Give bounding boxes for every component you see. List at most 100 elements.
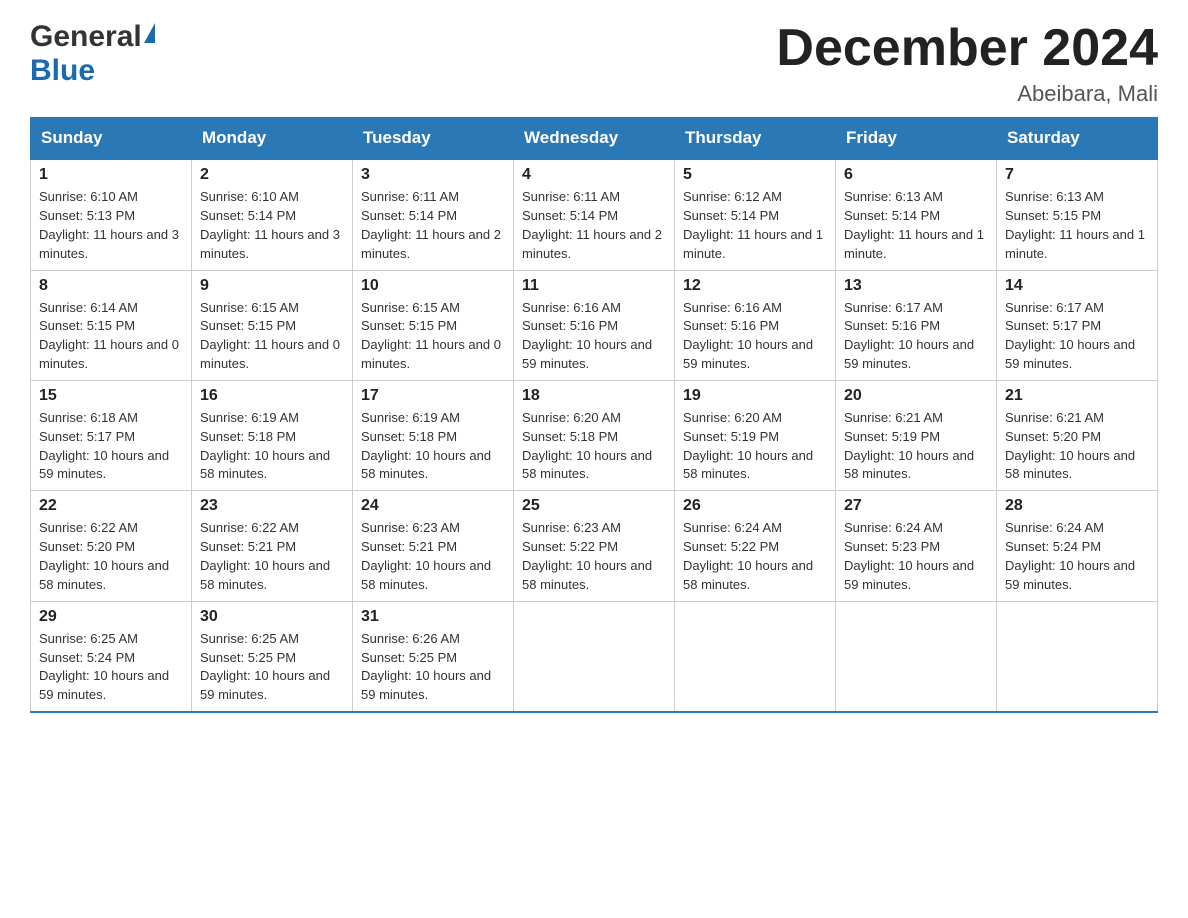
day-number: 12 <box>683 277 827 295</box>
calendar-cell: 23 Sunrise: 6:22 AMSunset: 5:21 PMDaylig… <box>192 491 353 601</box>
day-info: Sunrise: 6:18 AMSunset: 5:17 PMDaylight:… <box>39 410 169 482</box>
day-info: Sunrise: 6:14 AMSunset: 5:15 PMDaylight:… <box>39 300 179 372</box>
calendar-cell: 24 Sunrise: 6:23 AMSunset: 5:21 PMDaylig… <box>353 491 514 601</box>
calendar-cell: 12 Sunrise: 6:16 AMSunset: 5:16 PMDaylig… <box>675 270 836 380</box>
page-header: General Blue December 2024 Abeibara, Mal… <box>30 20 1158 107</box>
column-header-monday: Monday <box>192 118 353 160</box>
calendar-week-row: 22 Sunrise: 6:22 AMSunset: 5:20 PMDaylig… <box>31 491 1158 601</box>
calendar-cell: 21 Sunrise: 6:21 AMSunset: 5:20 PMDaylig… <box>997 380 1158 490</box>
logo-triangle-icon <box>144 23 155 43</box>
day-info: Sunrise: 6:11 AMSunset: 5:14 PMDaylight:… <box>522 189 662 261</box>
day-number: 27 <box>844 497 988 515</box>
day-info: Sunrise: 6:17 AMSunset: 5:17 PMDaylight:… <box>1005 300 1135 372</box>
day-info: Sunrise: 6:10 AMSunset: 5:13 PMDaylight:… <box>39 189 179 261</box>
calendar-cell: 7 Sunrise: 6:13 AMSunset: 5:15 PMDayligh… <box>997 159 1158 270</box>
day-info: Sunrise: 6:16 AMSunset: 5:16 PMDaylight:… <box>683 300 813 372</box>
day-info: Sunrise: 6:23 AMSunset: 5:21 PMDaylight:… <box>361 520 491 592</box>
calendar-cell <box>514 601 675 712</box>
day-info: Sunrise: 6:16 AMSunset: 5:16 PMDaylight:… <box>522 300 652 372</box>
day-info: Sunrise: 6:20 AMSunset: 5:18 PMDaylight:… <box>522 410 652 482</box>
column-header-tuesday: Tuesday <box>353 118 514 160</box>
day-number: 17 <box>361 387 505 405</box>
calendar-cell: 1 Sunrise: 6:10 AMSunset: 5:13 PMDayligh… <box>31 159 192 270</box>
day-number: 1 <box>39 166 183 184</box>
day-info: Sunrise: 6:11 AMSunset: 5:14 PMDaylight:… <box>361 189 501 261</box>
day-info: Sunrise: 6:26 AMSunset: 5:25 PMDaylight:… <box>361 631 491 703</box>
calendar-cell: 3 Sunrise: 6:11 AMSunset: 5:14 PMDayligh… <box>353 159 514 270</box>
day-number: 16 <box>200 387 344 405</box>
column-header-saturday: Saturday <box>997 118 1158 160</box>
day-info: Sunrise: 6:24 AMSunset: 5:24 PMDaylight:… <box>1005 520 1135 592</box>
calendar-cell: 2 Sunrise: 6:10 AMSunset: 5:14 PMDayligh… <box>192 159 353 270</box>
day-info: Sunrise: 6:23 AMSunset: 5:22 PMDaylight:… <box>522 520 652 592</box>
calendar-cell <box>675 601 836 712</box>
day-info: Sunrise: 6:24 AMSunset: 5:23 PMDaylight:… <box>844 520 974 592</box>
calendar-cell: 27 Sunrise: 6:24 AMSunset: 5:23 PMDaylig… <box>836 491 997 601</box>
calendar-cell: 25 Sunrise: 6:23 AMSunset: 5:22 PMDaylig… <box>514 491 675 601</box>
day-number: 24 <box>361 497 505 515</box>
day-number: 31 <box>361 608 505 626</box>
calendar-week-row: 1 Sunrise: 6:10 AMSunset: 5:13 PMDayligh… <box>31 159 1158 270</box>
calendar-cell: 15 Sunrise: 6:18 AMSunset: 5:17 PMDaylig… <box>31 380 192 490</box>
day-number: 18 <box>522 387 666 405</box>
calendar-header-row: SundayMondayTuesdayWednesdayThursdayFrid… <box>31 118 1158 160</box>
day-info: Sunrise: 6:21 AMSunset: 5:19 PMDaylight:… <box>844 410 974 482</box>
day-info: Sunrise: 6:15 AMSunset: 5:15 PMDaylight:… <box>200 300 340 372</box>
day-number: 21 <box>1005 387 1149 405</box>
calendar-cell: 31 Sunrise: 6:26 AMSunset: 5:25 PMDaylig… <box>353 601 514 712</box>
day-number: 4 <box>522 166 666 184</box>
day-number: 26 <box>683 497 827 515</box>
day-number: 28 <box>1005 497 1149 515</box>
day-info: Sunrise: 6:24 AMSunset: 5:22 PMDaylight:… <box>683 520 813 592</box>
calendar-cell: 17 Sunrise: 6:19 AMSunset: 5:18 PMDaylig… <box>353 380 514 490</box>
calendar-cell <box>836 601 997 712</box>
calendar-cell: 26 Sunrise: 6:24 AMSunset: 5:22 PMDaylig… <box>675 491 836 601</box>
calendar-week-row: 29 Sunrise: 6:25 AMSunset: 5:24 PMDaylig… <box>31 601 1158 712</box>
calendar-cell: 6 Sunrise: 6:13 AMSunset: 5:14 PMDayligh… <box>836 159 997 270</box>
day-info: Sunrise: 6:15 AMSunset: 5:15 PMDaylight:… <box>361 300 501 372</box>
day-info: Sunrise: 6:21 AMSunset: 5:20 PMDaylight:… <box>1005 410 1135 482</box>
day-number: 10 <box>361 277 505 295</box>
title-area: December 2024 Abeibara, Mali <box>776 20 1158 107</box>
calendar-cell: 5 Sunrise: 6:12 AMSunset: 5:14 PMDayligh… <box>675 159 836 270</box>
calendar-cell: 8 Sunrise: 6:14 AMSunset: 5:15 PMDayligh… <box>31 270 192 380</box>
calendar-cell: 19 Sunrise: 6:20 AMSunset: 5:19 PMDaylig… <box>675 380 836 490</box>
logo-blue: Blue <box>30 54 95 88</box>
day-number: 13 <box>844 277 988 295</box>
calendar-cell: 29 Sunrise: 6:25 AMSunset: 5:24 PMDaylig… <box>31 601 192 712</box>
day-number: 14 <box>1005 277 1149 295</box>
day-number: 22 <box>39 497 183 515</box>
day-info: Sunrise: 6:13 AMSunset: 5:15 PMDaylight:… <box>1005 189 1145 261</box>
calendar-cell <box>997 601 1158 712</box>
column-header-thursday: Thursday <box>675 118 836 160</box>
day-number: 7 <box>1005 166 1149 184</box>
day-number: 29 <box>39 608 183 626</box>
day-info: Sunrise: 6:25 AMSunset: 5:25 PMDaylight:… <box>200 631 330 703</box>
calendar-cell: 14 Sunrise: 6:17 AMSunset: 5:17 PMDaylig… <box>997 270 1158 380</box>
calendar-cell: 30 Sunrise: 6:25 AMSunset: 5:25 PMDaylig… <box>192 601 353 712</box>
column-header-sunday: Sunday <box>31 118 192 160</box>
location: Abeibara, Mali <box>776 81 1158 107</box>
day-info: Sunrise: 6:10 AMSunset: 5:14 PMDaylight:… <box>200 189 340 261</box>
day-number: 19 <box>683 387 827 405</box>
day-info: Sunrise: 6:19 AMSunset: 5:18 PMDaylight:… <box>200 410 330 482</box>
day-info: Sunrise: 6:17 AMSunset: 5:16 PMDaylight:… <box>844 300 974 372</box>
day-number: 3 <box>361 166 505 184</box>
logo: General Blue <box>30 20 157 88</box>
day-number: 30 <box>200 608 344 626</box>
logo-general: General <box>30 20 142 54</box>
day-number: 2 <box>200 166 344 184</box>
calendar-cell: 4 Sunrise: 6:11 AMSunset: 5:14 PMDayligh… <box>514 159 675 270</box>
day-number: 23 <box>200 497 344 515</box>
calendar-cell: 9 Sunrise: 6:15 AMSunset: 5:15 PMDayligh… <box>192 270 353 380</box>
calendar-table: SundayMondayTuesdayWednesdayThursdayFrid… <box>30 117 1158 713</box>
day-number: 20 <box>844 387 988 405</box>
calendar-cell: 11 Sunrise: 6:16 AMSunset: 5:16 PMDaylig… <box>514 270 675 380</box>
calendar-cell: 18 Sunrise: 6:20 AMSunset: 5:18 PMDaylig… <box>514 380 675 490</box>
calendar-week-row: 15 Sunrise: 6:18 AMSunset: 5:17 PMDaylig… <box>31 380 1158 490</box>
day-number: 6 <box>844 166 988 184</box>
day-info: Sunrise: 6:22 AMSunset: 5:20 PMDaylight:… <box>39 520 169 592</box>
day-number: 15 <box>39 387 183 405</box>
day-info: Sunrise: 6:19 AMSunset: 5:18 PMDaylight:… <box>361 410 491 482</box>
day-info: Sunrise: 6:20 AMSunset: 5:19 PMDaylight:… <box>683 410 813 482</box>
